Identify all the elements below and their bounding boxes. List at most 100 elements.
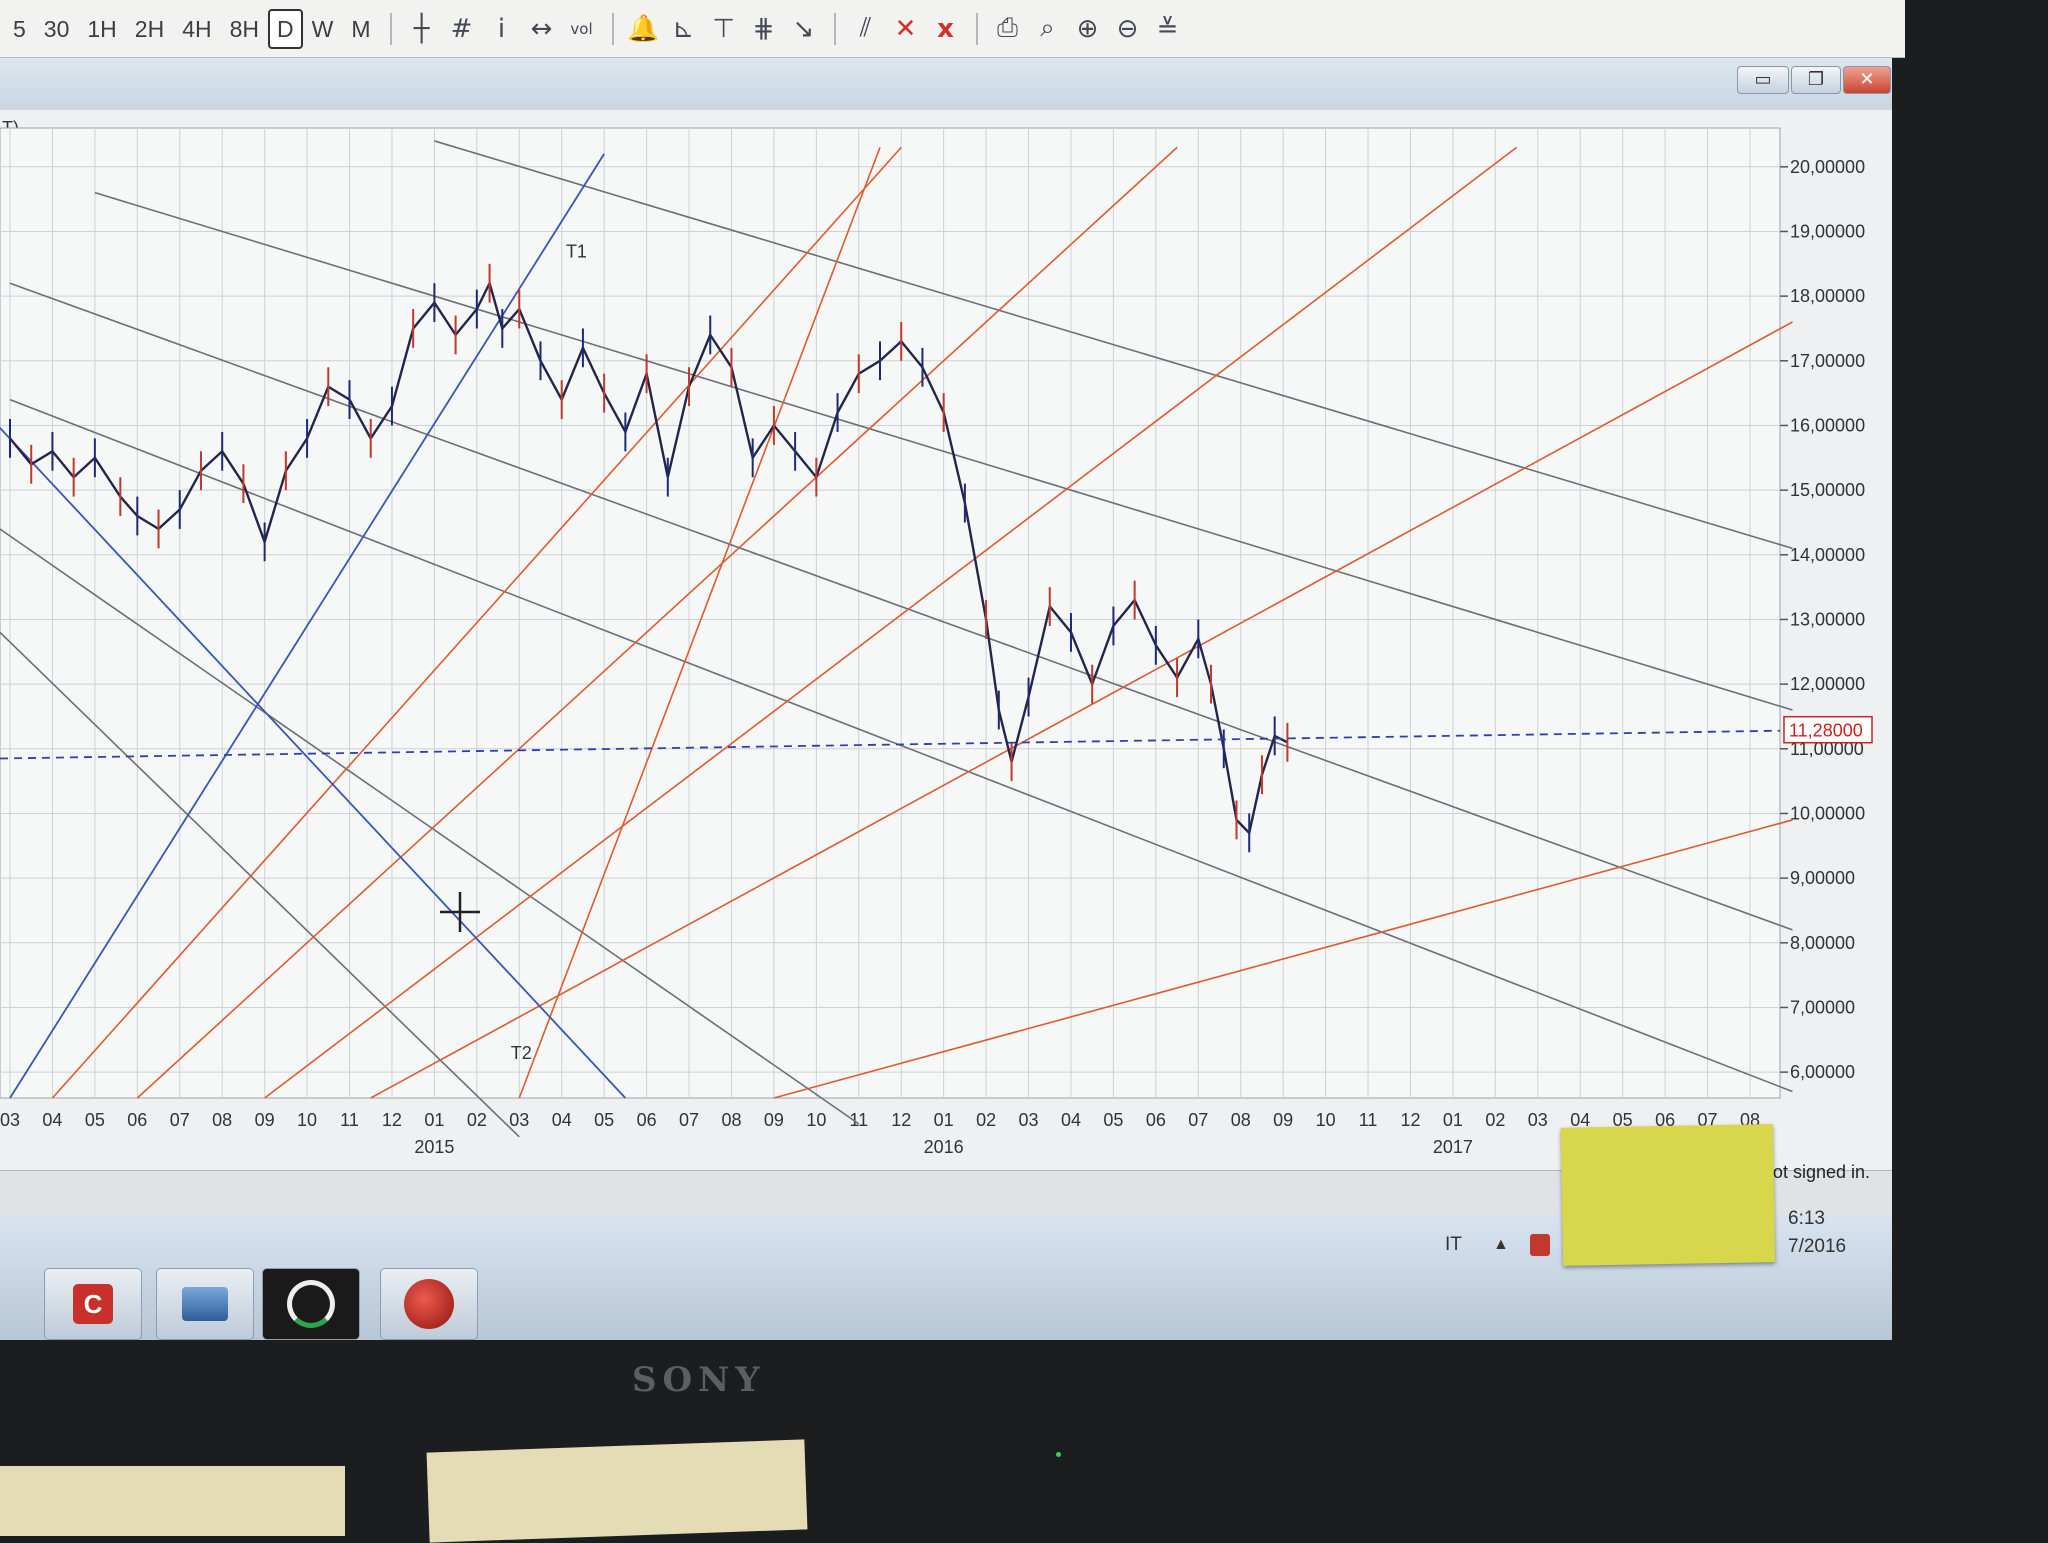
- x-tick-label: 12: [891, 1110, 911, 1130]
- x-tick-label: 09: [255, 1110, 275, 1130]
- x-tick-label: 01: [934, 1110, 954, 1130]
- timeframe-8h-button[interactable]: 8H: [221, 11, 268, 47]
- timeframe-5-button[interactable]: 5: [4, 11, 35, 47]
- x-year-label: 2015: [414, 1137, 454, 1157]
- delete-all-icon[interactable]: x: [926, 14, 966, 44]
- x-tick-label: 10: [1316, 1110, 1336, 1130]
- y-tick-label: 16,00000: [1790, 415, 1865, 435]
- timeframe-1h-button[interactable]: 1H: [78, 11, 125, 47]
- print-icon[interactable]: ⎙: [988, 13, 1028, 44]
- vol-icon[interactable]: vol: [562, 20, 602, 38]
- y-tick-label: 17,00000: [1790, 351, 1865, 371]
- x-tick-label: 10: [297, 1110, 317, 1130]
- desk-paper-left: [0, 1466, 345, 1536]
- line-tool-1-icon[interactable]: ⊾: [664, 14, 704, 44]
- x-tick-label: 12: [1400, 1110, 1420, 1130]
- toolbar-separator: [611, 12, 614, 45]
- power-led: [1056, 1452, 1061, 1457]
- x-tick-label: 04: [552, 1110, 572, 1130]
- fork-icon[interactable]: ⋕: [744, 14, 784, 44]
- timeframe-4h-button[interactable]: 4H: [173, 11, 220, 47]
- y-tick-label: 10,00000: [1790, 803, 1865, 823]
- x-tick-label: 06: [127, 1110, 147, 1130]
- zoom-in-icon[interactable]: ⊕: [1068, 14, 1108, 44]
- x-tick-label: 03: [0, 1110, 20, 1130]
- x-tick-label: 02: [467, 1110, 487, 1130]
- trendline-t2-label: T2: [511, 1043, 532, 1063]
- network-app-icon: [182, 1287, 228, 1321]
- tray-expand-icon[interactable]: ▲: [1493, 1236, 1509, 1254]
- tray-app-icon[interactable]: [1530, 1234, 1550, 1256]
- x-tick-label: 06: [637, 1110, 657, 1130]
- align-icon[interactable]: ≚: [1148, 14, 1188, 44]
- price-chart[interactable]: 20,00000 19,00000 18,00000 17,00000 16,00000…: [0, 58, 1892, 1168]
- trading-app-icon: [287, 1280, 335, 1328]
- tray-clock-time[interactable]: 6:13: [1788, 1208, 1825, 1230]
- x-tick-label: 08: [212, 1110, 232, 1130]
- x-tick-label: 07: [679, 1110, 699, 1130]
- timeframe-w-button[interactable]: W: [303, 11, 343, 47]
- x-tick-label: 12: [382, 1110, 402, 1130]
- x-tick-label: 06: [1146, 1110, 1166, 1130]
- y-tick-label: 12,00000: [1790, 674, 1865, 694]
- x-tick-label: 02: [976, 1110, 996, 1130]
- x-tick-label: 11: [340, 1110, 359, 1130]
- x-tick-label: 05: [594, 1110, 614, 1130]
- y-tick-label: 15,00000: [1790, 480, 1865, 500]
- taskbar-app-network[interactable]: [156, 1268, 254, 1340]
- taskbar-app-trading[interactable]: [262, 1268, 360, 1340]
- taskbar-app-red-c[interactable]: C: [44, 1268, 142, 1340]
- plot-area: [0, 127, 1781, 1099]
- monitor-brand-logo: SONY: [632, 1360, 766, 1400]
- desk-paper-note: [426, 1439, 808, 1543]
- y-tick-label: 7,00000: [1790, 997, 1855, 1017]
- x-tick-label: 07: [1188, 1110, 1208, 1130]
- x-tick-label: 01: [424, 1110, 444, 1130]
- x-tick-label: 03: [1528, 1110, 1548, 1130]
- x-tick-label: 10: [806, 1110, 826, 1130]
- chart-window: ▭ ❐ ✕ T) 20,0000019,0000018,0000017,0000…: [0, 58, 1892, 1230]
- trendline-t1-label: T1: [566, 241, 587, 261]
- y-tick-label: 20,00000: [1790, 157, 1865, 177]
- x-year-label: 2017: [1433, 1137, 1473, 1157]
- toolbar-separator: [833, 12, 836, 45]
- y-tick-label: 19,00000: [1790, 221, 1865, 241]
- arrow-tool-icon[interactable]: ↘: [784, 14, 824, 44]
- timeframe-m-button[interactable]: M: [342, 11, 379, 47]
- red-circle-app-icon: [404, 1279, 454, 1329]
- delete-icon[interactable]: ✕: [886, 14, 926, 44]
- tray-clock-date[interactable]: 7/2016: [1788, 1236, 1846, 1258]
- tray-language[interactable]: IT: [1445, 1234, 1462, 1256]
- arrows-icon[interactable]: ↔: [522, 14, 562, 44]
- x-tick-label: 09: [764, 1110, 784, 1130]
- zoom-out-icon[interactable]: ⊖: [1108, 14, 1148, 44]
- grid-icon[interactable]: #: [442, 14, 482, 44]
- x-tick-label: 01: [1443, 1110, 1463, 1130]
- crosshair-icon[interactable]: ┼: [402, 14, 442, 44]
- red-c-app-icon: C: [73, 1284, 113, 1324]
- y-tick-label: 6,00000: [1790, 1062, 1855, 1082]
- x-tick-label: 11: [1359, 1110, 1378, 1130]
- x-tick-label: 08: [721, 1110, 741, 1130]
- zoom-icon[interactable]: ⌕: [1028, 13, 1068, 44]
- timeframe-2h-button[interactable]: 2H: [126, 11, 173, 47]
- x-tick-label: 02: [1485, 1110, 1505, 1130]
- sticky-note: [1560, 1124, 1776, 1266]
- y-tick-label: 18,00000: [1790, 286, 1865, 306]
- chart-toolbar: 5 30 1H 2H 4H 8H D W M ┼ # i ↔ vol 🔔 ⊾ ⊤ ⋕ ↘ ⫽ ✕ x ⎙ ⌕ ⊕ ⊖ ≚: [0, 0, 1905, 58]
- toolbar-separator: [389, 12, 392, 45]
- toolbar-separator: [975, 12, 978, 45]
- x-tick-label: 09: [1273, 1110, 1293, 1130]
- x-tick-label: 03: [1019, 1110, 1039, 1130]
- taskbar-app-red-circle[interactable]: [380, 1268, 478, 1340]
- info-icon[interactable]: i: [482, 14, 522, 44]
- x-tick-label: 04: [1061, 1110, 1081, 1130]
- parallel-icon[interactable]: ⫽: [846, 13, 886, 44]
- y-tick-label: 13,00000: [1790, 609, 1865, 629]
- y-tick-label: 9,00000: [1790, 868, 1855, 888]
- timeframe-30-button[interactable]: 30: [35, 11, 79, 47]
- timeframe-d-button[interactable]: D: [268, 8, 303, 49]
- x-year-label: 2016: [924, 1137, 964, 1157]
- line-tool-2-icon[interactable]: ⊤: [704, 14, 744, 44]
- bell-icon[interactable]: 🔔: [624, 14, 664, 44]
